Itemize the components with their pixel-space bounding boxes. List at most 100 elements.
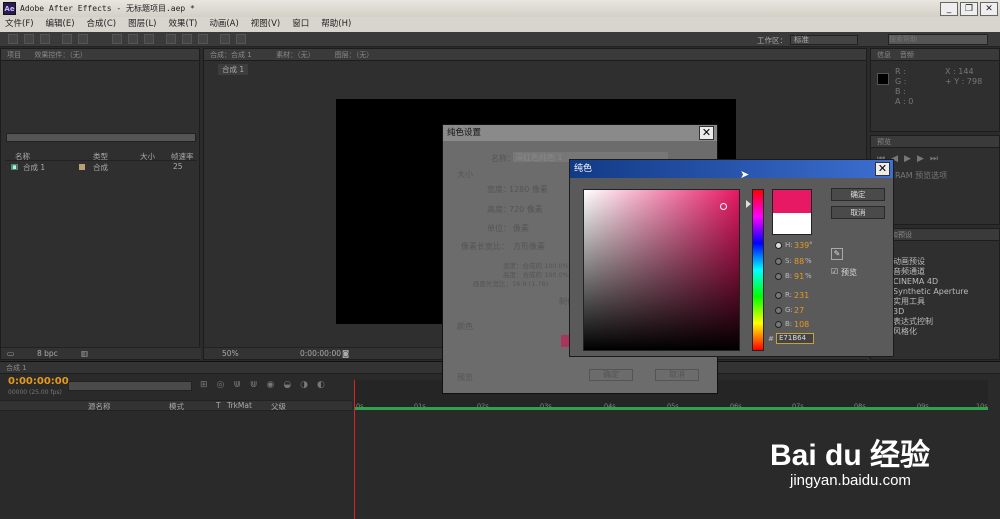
hex-input[interactable]: E71B64 [776,333,814,344]
col-type[interactable]: 类型 [93,151,108,162]
pen-tool-icon[interactable] [128,34,138,44]
hue-slider[interactable] [752,189,764,351]
blue-radio[interactable] [775,321,782,328]
frame-aspect: 画面长宽比：16:9 (1.78) [473,280,549,288]
g-radio[interactable] [775,307,782,314]
tab-info[interactable]: 信息 [877,51,891,59]
close-window-button[interactable]: ✕ [980,2,998,16]
h-value[interactable]: 339 [794,241,809,250]
saturation-brightness-field[interactable] [583,189,740,351]
zoom-select[interactable]: 50% [222,349,239,358]
menu-help[interactable]: 帮助(H) [321,17,351,32]
color-picker-cursor[interactable] [720,203,727,210]
g-value[interactable]: 27 [794,306,804,315]
comp-timecode[interactable]: 0:00:00:00 [300,349,341,358]
menu-edit[interactable]: 编辑(E) [46,17,75,32]
comp-breadcrumb[interactable]: 合成 1 [218,64,249,75]
s-radio[interactable] [775,258,782,265]
tab-effect-controls[interactable]: 效果控件：（无） [34,51,87,59]
puppet-tool-icon[interactable] [236,34,246,44]
eraser-tool-icon[interactable] [198,34,208,44]
trash-icon[interactable]: ▥ [81,349,88,358]
menu-view[interactable]: 视图(V) [251,17,280,32]
pixel-aspect-select[interactable]: 方形像素 [513,241,545,252]
h-radio[interactable] [775,242,782,249]
solid-ok-button[interactable]: 确定 [589,369,633,381]
effects-item[interactable]: 实用工具 [893,297,968,307]
menu-file[interactable]: 文件(F) [5,17,34,32]
b-value[interactable]: 91 [794,272,804,281]
eyedropper-icon[interactable]: ✎ [831,248,843,260]
col-name[interactable]: 名称 [15,151,30,162]
search-help-input[interactable] [888,34,988,45]
r-radio[interactable] [775,292,782,299]
effects-item[interactable]: 音频通道 [893,267,968,277]
timeline-timecode[interactable]: 0:00:00:00 [8,376,69,387]
stamp-tool-icon[interactable] [182,34,192,44]
col-source-name[interactable]: 源名称 [88,401,111,412]
camera-tool-icon[interactable] [78,34,88,44]
hand-tool-icon[interactable] [24,34,34,44]
col-rate[interactable]: 帧速率 [171,151,194,162]
current-time-indicator[interactable] [354,380,355,519]
unit-select[interactable]: 像素 [513,223,529,234]
r-value[interactable]: 231 [794,291,809,300]
blue-value[interactable]: 108 [794,320,809,329]
bpc-label[interactable]: 8 bpc [37,349,58,358]
tab-composition[interactable]: 合成：合成 1 [210,51,252,59]
workspace-select[interactable]: 标准 [790,35,858,45]
camera-icon[interactable]: ◙ [342,349,349,358]
selection-tool-icon[interactable] [8,34,18,44]
color-dialog-close-button[interactable]: ✕ [875,162,890,176]
effects-item[interactable]: 3D [893,307,968,317]
col-trkmat[interactable]: TrkMat [227,401,252,410]
effects-item[interactable]: Synthetic Aperture [893,287,968,297]
b-radio[interactable] [775,273,782,280]
restore-button[interactable]: ❐ [960,2,978,16]
menu-layer[interactable]: 图层(L) [128,17,156,32]
menu-effect[interactable]: 效果(T) [169,17,198,32]
work-area-bar[interactable] [354,407,988,410]
preview-checkbox[interactable]: 预览 [457,372,473,383]
height-value[interactable]: 720 像素 [509,204,543,215]
tab-project[interactable]: 项目 [7,51,21,59]
roto-brush-tool-icon[interactable] [220,34,230,44]
project-search-input[interactable] [6,133,196,142]
rotate-tool-icon[interactable] [62,34,72,44]
hue-slider-handle-icon[interactable] [746,200,751,208]
solid-dialog-close-button[interactable]: ✕ [699,126,714,140]
col-parent[interactable]: 父级 [271,401,286,412]
effects-item[interactable]: CINEMA 4D [893,277,968,287]
menu-animation[interactable]: 动画(A) [209,17,238,32]
effects-item[interactable]: 表达式控制 [893,317,968,327]
folder-icon[interactable]: ▭ [7,349,14,358]
col-t[interactable]: T [216,401,221,410]
preview-tabbar[interactable]: 预览 [871,136,999,148]
width-value[interactable]: 1280 像素 [509,184,548,195]
tab-audio[interactable]: 音频 [900,51,914,59]
tab-layer[interactable]: 图层：（无） [335,51,374,59]
label-color-chip[interactable] [79,164,85,170]
rectangle-tool-icon[interactable] [112,34,122,44]
tab-footage[interactable]: 素材：（无） [276,51,315,59]
project-row[interactable]: ▣ 合成 1 合成 25 [5,162,197,172]
col-mode[interactable]: 模式 [169,401,184,412]
color-ok-button[interactable]: 确定 [831,188,885,201]
timeline-switches-icons[interactable]: ⊞◎⋓⋓◉◒◑◐ [200,380,334,390]
timeline-search-input[interactable] [68,381,192,391]
g-label: G: [785,306,793,314]
brush-tool-icon[interactable] [166,34,176,44]
col-size[interactable]: 大小 [140,151,155,162]
effects-item[interactable]: 动画预设 [893,257,968,267]
zoom-tool-icon[interactable] [40,34,50,44]
preview-checkbox-icon[interactable]: ☑ [831,267,838,276]
minimize-button[interactable]: _ [940,2,958,16]
effects-item[interactable]: 风格化 [893,327,968,337]
solid-cancel-button[interactable]: 取消 [655,369,699,381]
menu-window[interactable]: 窗口 [292,17,309,32]
ram-preview-options[interactable]: RAM 预览选项 [895,170,947,181]
color-cancel-button[interactable]: 取消 [831,206,885,219]
text-tool-icon[interactable] [144,34,154,44]
menu-composition[interactable]: 合成(C) [87,17,117,32]
s-value[interactable]: 88 [794,257,804,266]
